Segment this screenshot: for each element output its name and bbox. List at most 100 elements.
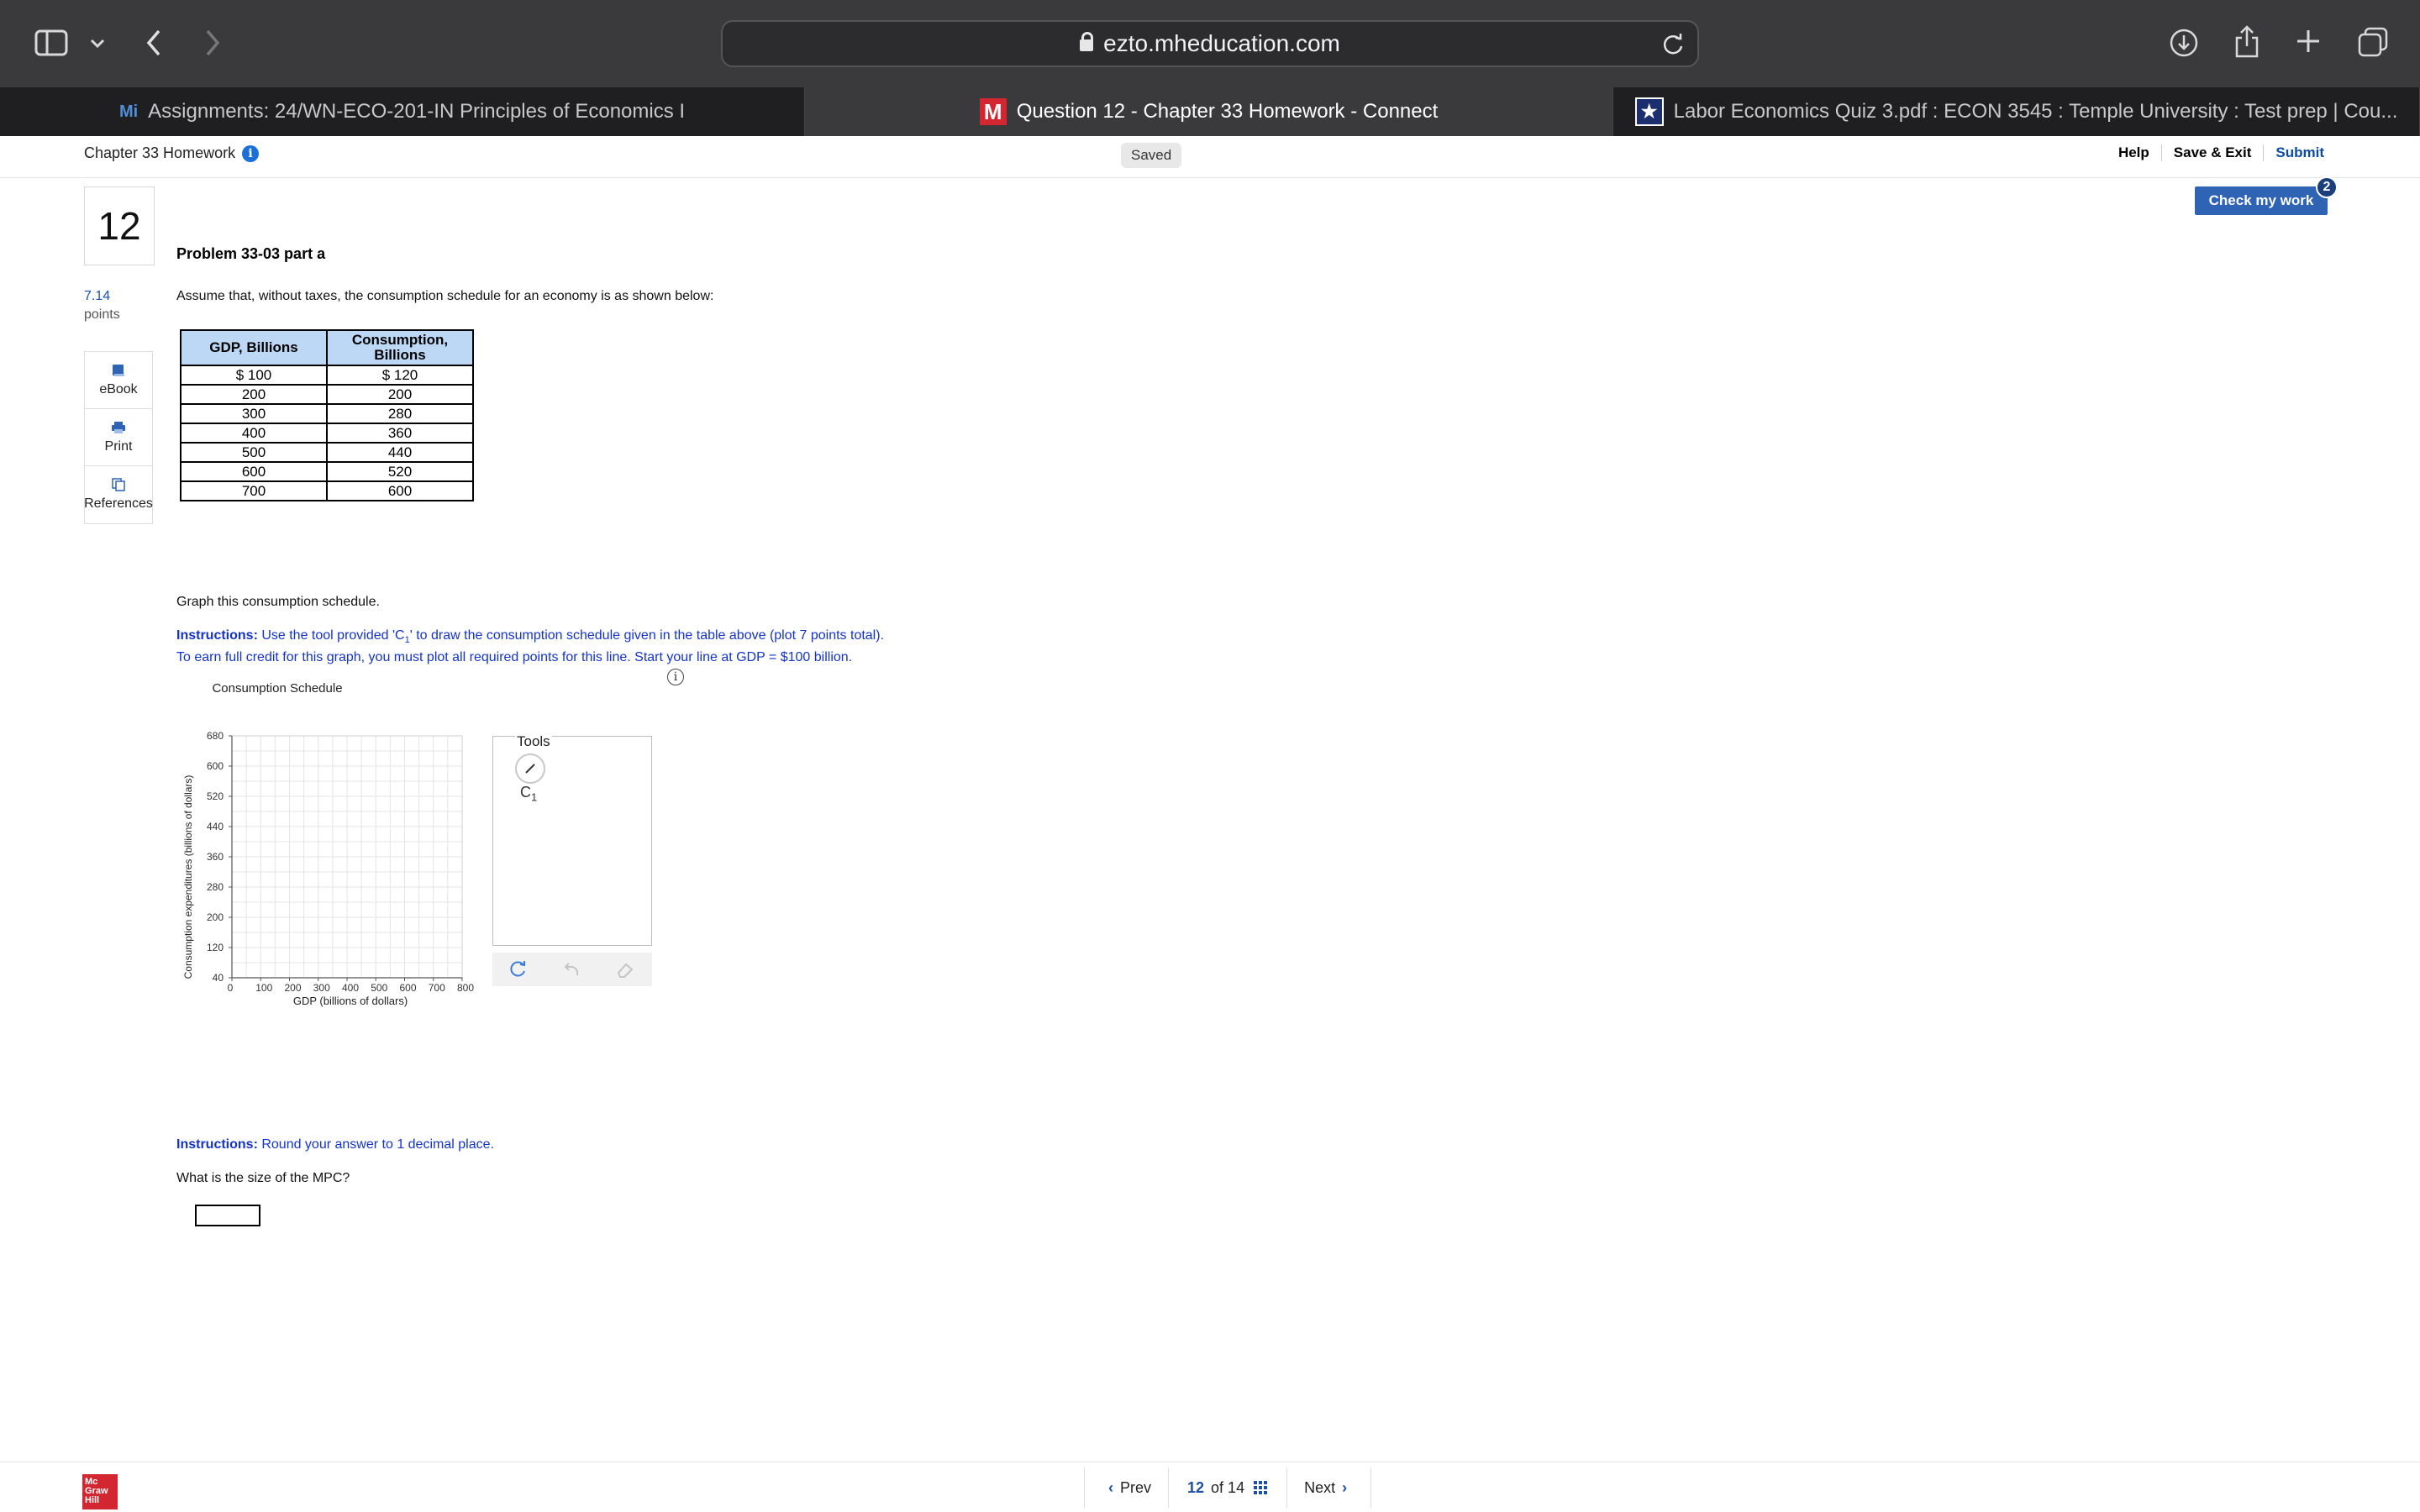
line-draw-tool-button[interactable] (515, 753, 545, 784)
help-link[interactable]: Help (2107, 144, 2161, 161)
tab-label: Labor Economics Quiz 3.pdf : ECON 3545 :… (1673, 100, 2398, 123)
references-button[interactable]: References (84, 466, 153, 523)
prev-button[interactable]: ‹ Prev (1084, 1467, 1170, 1508)
tab-strip: Mi Assignments: 24/WN-ECO-201-IN Princip… (0, 87, 2420, 136)
consumption-chart[interactable]: Consumption Schedule Consumption expendi… (176, 672, 496, 1008)
consumption-schedule-table: GDP, Billions Consumption, Billions $ 10… (180, 329, 474, 501)
mpc-answer-input[interactable] (195, 1205, 260, 1226)
page-of: of 14 (1211, 1478, 1245, 1496)
consumption-cell: $ 120 (326, 365, 474, 386)
gdp-cell: 500 (180, 443, 328, 463)
book-icon (113, 364, 124, 376)
instructions-text-a: Use the tool provided 'C (257, 628, 405, 643)
consumption-cell: 200 (326, 385, 474, 405)
consumption-cell: 360 (326, 423, 474, 444)
tab-label: Assignments: 24/WN-ECO-201-IN Principles… (148, 100, 686, 123)
table-row: 400 360 (180, 423, 474, 444)
x-tick-label: 0 (228, 982, 234, 994)
gdp-cell: 700 (180, 481, 328, 501)
page-indicator[interactable]: 12 of 14 (1169, 1467, 1286, 1508)
question-number: 12 (84, 186, 155, 265)
chart-xlabel: GDP (billions of dollars) (293, 995, 408, 1007)
new-tab-icon[interactable] (2294, 27, 2323, 55)
url-text: ezto.mheducation.com (1103, 30, 1340, 56)
assignment-title-text: Chapter 33 Homework (84, 144, 236, 161)
table-row: 700 600 (180, 481, 474, 501)
x-tick-label: 500 (371, 982, 387, 994)
chevron-down-icon[interactable] (87, 34, 108, 54)
ebook-button[interactable]: eBook (85, 352, 152, 409)
tool-label-sub: 1 (531, 790, 538, 804)
print-label: Print (104, 438, 133, 454)
reset-icon[interactable] (509, 960, 528, 979)
info-icon[interactable]: i (242, 144, 260, 162)
x-tick-label: 200 (284, 982, 301, 994)
resource-rail: eBook Print References (84, 351, 153, 524)
back-icon[interactable] (141, 27, 166, 59)
mpc-instructions-text: Round your answer to 1 decimal place. (257, 1137, 494, 1152)
chevron-right-icon: › (1342, 1478, 1348, 1496)
y-tick-label: 520 (207, 790, 224, 802)
graph-info-icon[interactable]: i (667, 669, 684, 685)
check-attempts-badge: 2 (2316, 176, 2338, 198)
graph-prompt: Graph this consumption schedule. (176, 595, 380, 609)
mpc-question: What is the size of the MPC? (176, 1171, 350, 1185)
y-tick-label: 600 (207, 760, 224, 772)
consumption-cell: 520 (326, 462, 474, 482)
submit-link[interactable]: Submit (2263, 144, 2336, 161)
page-current: 12 (1187, 1478, 1205, 1496)
instructions-label-2: Instructions: (176, 1137, 258, 1152)
points-value: 7.14 (84, 289, 111, 303)
points-label: points (84, 307, 120, 322)
reload-icon[interactable] (1660, 32, 1686, 57)
address-bar[interactable]: ezto.mheducation.com (721, 20, 1699, 67)
eraser-icon[interactable] (615, 960, 635, 979)
tools-title: Tools (515, 733, 552, 750)
consumption-cell: 600 (326, 481, 474, 501)
table-row: 300 280 (180, 404, 474, 424)
browser-toolbar: ezto.mheducation.com (0, 0, 2420, 87)
sidebar-toggle-icon[interactable] (34, 29, 69, 57)
instructions-label: Instructions: (176, 628, 258, 643)
references-label: References (84, 496, 153, 511)
x-tick-label: 300 (313, 982, 330, 994)
assignment-header: Chapter 33 Homework i Saved Help Save & … (0, 136, 2420, 178)
x-tick-label: 100 (255, 982, 272, 994)
y-tick-label: 40 (213, 972, 224, 984)
share-icon[interactable] (2232, 24, 2262, 59)
consumption-cell: 280 (326, 404, 474, 424)
next-label: Next (1304, 1478, 1336, 1496)
x-tick-label: 400 (342, 982, 359, 994)
instructions-text-b: ' to draw the consumption schedule given… (409, 628, 885, 643)
question-navigation: ‹ Prev 12 of 14 Next › (1084, 1467, 1372, 1508)
tab-labor-economics[interactable]: ★ Labor Economics Quiz 3.pdf : ECON 3545… (1613, 87, 2420, 136)
y-tick-label: 120 (207, 942, 224, 953)
forward-icon[interactable] (200, 27, 225, 59)
problem-title: Problem 33-03 part a (176, 245, 326, 262)
footer-bar: Mc Graw Hill ‹ Prev 12 of 14 Next › (0, 1462, 2420, 1512)
graph-tool-actions (492, 953, 652, 986)
gdp-cell: 200 (180, 385, 328, 405)
printer-icon (112, 421, 125, 433)
download-icon[interactable] (2168, 27, 2200, 59)
header-actions: Help Save & Exit Submit (2107, 144, 2336, 161)
tool-label-text: C (520, 784, 531, 801)
undo-icon[interactable] (561, 960, 581, 979)
gdp-cell: 600 (180, 462, 328, 482)
ebook-label: eBook (99, 381, 138, 396)
mcgraw-mi-icon: Mi (118, 102, 139, 121)
graph-instructions-line-2: To earn full credit for this graph, you … (176, 650, 853, 664)
table-header-gdp: GDP, Billions (180, 329, 328, 366)
x-tick-label: 600 (399, 982, 416, 994)
x-tick-label: 700 (429, 982, 445, 994)
tab-assignments[interactable]: Mi Assignments: 24/WN-ECO-201-IN Princip… (0, 87, 805, 136)
tab-question-12[interactable]: M Question 12 - Chapter 33 Homework - Co… (805, 87, 1613, 136)
print-button[interactable]: Print (85, 409, 152, 466)
tab-label: Question 12 - Chapter 33 Homework - Conn… (1016, 100, 1439, 123)
next-button[interactable]: Next › (1286, 1467, 1372, 1508)
save-exit-link[interactable]: Save & Exit (2160, 144, 2264, 161)
check-my-work-button[interactable]: Check my work (2195, 186, 2328, 215)
tab-overview-icon[interactable] (2356, 25, 2390, 59)
grid-view-icon[interactable] (1253, 1480, 1268, 1495)
y-tick-label: 200 (207, 911, 224, 923)
